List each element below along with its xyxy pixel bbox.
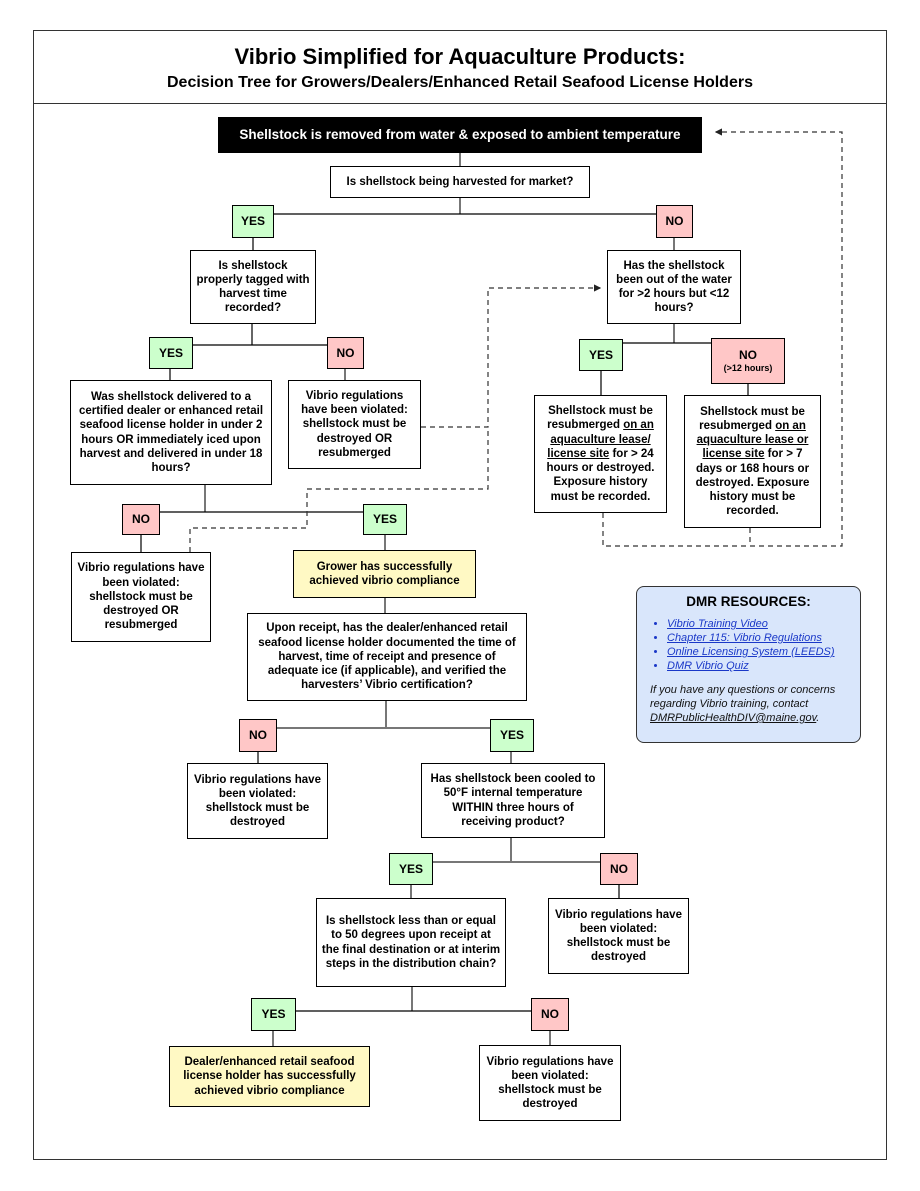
dmr-resources-panel: DMR RESOURCES: Vibrio Training Video Cha…	[636, 586, 861, 743]
question-delivered-in-time: Was shellstock delivered to a certified …	[70, 380, 272, 485]
resubmerge-24-text: Shellstock must be resubmerged on an aqu…	[546, 405, 655, 503]
no-label: NO	[656, 205, 693, 238]
yes-label: YES	[389, 853, 433, 885]
yes-label: YES	[251, 998, 296, 1031]
no-label-subtext: (>12 hours)	[723, 362, 773, 373]
resources-list: Vibrio Training Video Chapter 115: Vibri…	[637, 617, 860, 673]
violation-destroy-or-resubmerge: Vibrio regulations have been violated: s…	[71, 552, 211, 642]
question-cooled-to-50f: Has shellstock been cooled to 50°F inter…	[421, 763, 605, 838]
link-chapter-115[interactable]: Chapter 115: Vibrio Regulations	[667, 632, 822, 644]
no-label: NO	[122, 504, 160, 535]
no-over-12-hours-label: NO (>12 hours)	[711, 338, 785, 384]
question-less-than-50-degrees: Is shellstock less than or equal to 50 d…	[316, 898, 506, 987]
resubmerge-168-text: Shellstock must be resubmerged on an aqu…	[695, 405, 810, 518]
violation-destroy: Vibrio regulations have been violated: s…	[479, 1045, 621, 1121]
link-vibrio-training-video[interactable]: Vibrio Training Video	[667, 618, 768, 630]
resubmerge-168-hours: Shellstock must be resubmerged on an aqu…	[684, 395, 821, 528]
resource-item: DMR Vibrio Quiz	[667, 659, 860, 673]
question-harvested-for-market: Is shellstock being harvested for market…	[330, 166, 590, 198]
yes-label: YES	[363, 504, 407, 535]
question-out-of-water: Has the shellstock been out of the water…	[607, 250, 741, 324]
violation-destroy: Vibrio regulations have been violated: s…	[548, 898, 689, 974]
yes-label: YES	[232, 205, 274, 238]
violation-destroy: Vibrio regulations have been violated: s…	[187, 763, 328, 839]
link-dmr-vibrio-quiz[interactable]: DMR Vibrio Quiz	[667, 660, 749, 672]
resource-item: Online Licensing System (LEEDS)	[667, 645, 860, 659]
link-online-licensing-system[interactable]: Online Licensing System (LEEDS)	[667, 646, 835, 658]
no-label: NO	[600, 853, 638, 885]
contact-email-link[interactable]: DMRPublicHealthDIV@maine.gov	[650, 712, 816, 724]
resource-item: Chapter 115: Vibrio Regulations	[667, 631, 860, 645]
resource-item: Vibrio Training Video	[667, 617, 860, 631]
no-label-text: NO	[739, 348, 757, 363]
yes-label: YES	[149, 337, 193, 369]
resubmerge-24-hours: Shellstock must be resubmerged on an aqu…	[534, 395, 667, 513]
question-receipt-documentation: Upon receipt, has the dealer/enhanced re…	[247, 613, 527, 701]
resources-contact-note: If you have any questions or concerns re…	[650, 684, 836, 724]
no-label: NO	[239, 719, 277, 752]
no-label: NO	[531, 998, 569, 1031]
yes-label: YES	[579, 339, 623, 371]
dealer-compliance-achieved: Dealer/enhanced retail seafood license h…	[169, 1046, 370, 1107]
no-label: NO	[327, 337, 364, 369]
resources-title: DMR RESOURCES:	[686, 594, 811, 609]
grower-compliance-achieved: Grower has successfully achieved vibrio …	[293, 550, 476, 598]
start-node: Shellstock is removed from water & expos…	[218, 117, 702, 153]
question-properly-tagged: Is shellstock properly tagged with harve…	[190, 250, 316, 324]
violation-destroy-or-resubmerge: Vibrio regulations have been violated: s…	[288, 380, 421, 469]
yes-label: YES	[490, 719, 534, 752]
